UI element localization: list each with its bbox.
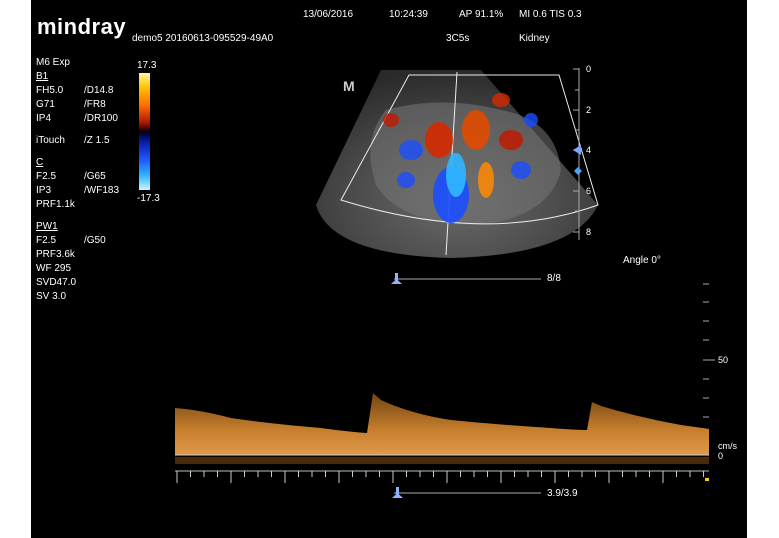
doppler-frame-slider[interactable]: [392, 487, 541, 498]
depth-label: 4: [586, 145, 592, 155]
focus-marker-icon: [574, 167, 582, 175]
doppler-angle: Angle 0°: [623, 255, 661, 266]
velocity-unit: cm/s: [718, 441, 737, 451]
bmode-frame-counter: 8/8: [547, 273, 561, 284]
time-scale: [175, 470, 709, 483]
image-canvas: [175, 68, 715, 498]
depth-label: 8: [586, 227, 592, 237]
depth-label: 0: [586, 64, 592, 74]
depth-label: 2: [586, 105, 592, 115]
bmode-frame-slider[interactable]: [391, 273, 541, 284]
doppler-spectrum: [175, 393, 709, 464]
velocity-tick-label: 50: [718, 355, 729, 365]
ultrasound-screen: mindray 13/06/2016 10:24:39 AP 91.1% MI …: [31, 0, 747, 538]
m-marker: M: [343, 78, 355, 94]
doppler-frame-counter: 3.9/3.9: [547, 488, 578, 499]
velocity-baseline: 0: [718, 451, 724, 461]
depth-label: 6: [586, 186, 592, 196]
focus-marker-icon: [573, 145, 581, 155]
spectral-waveform: [175, 393, 709, 455]
velocity-scale: [703, 283, 715, 418]
